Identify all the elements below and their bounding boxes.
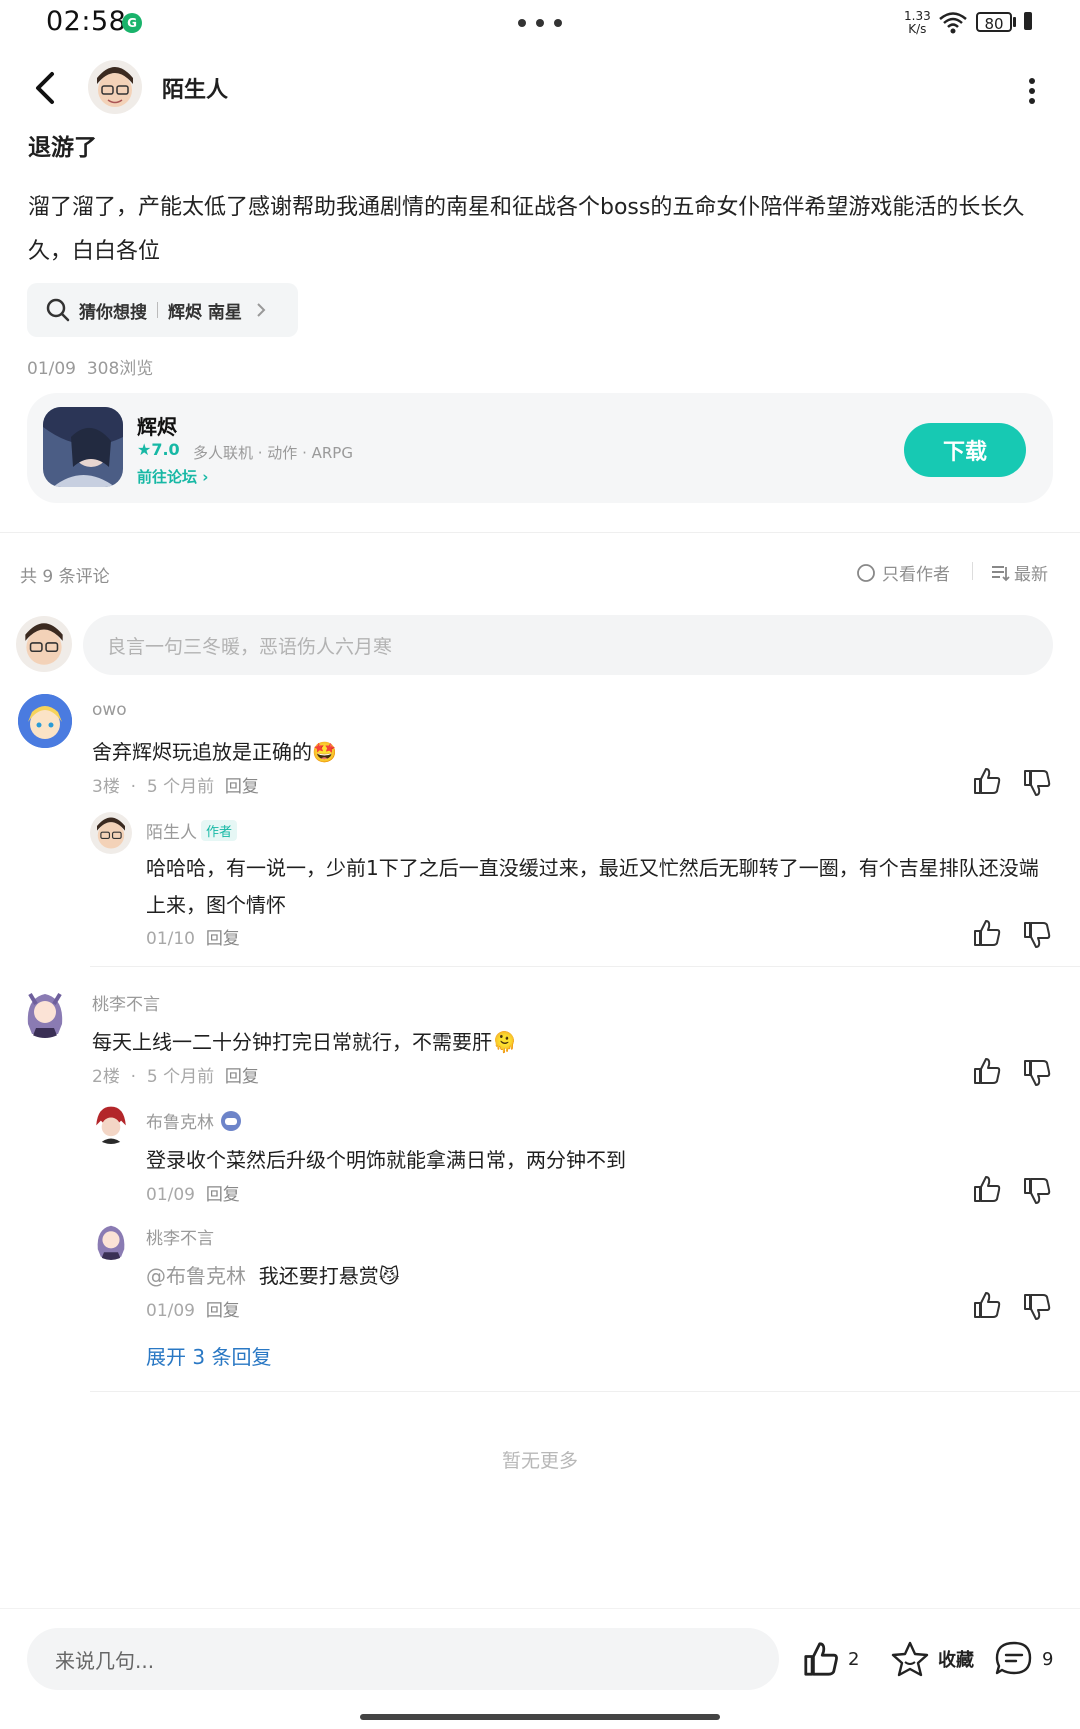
download-button[interactable]: 下载 (904, 423, 1026, 477)
commenter-name[interactable]: owo (92, 700, 127, 720)
multitask-dots-icon[interactable] (515, 16, 565, 30)
charging-icon (1024, 12, 1032, 30)
reply-meta: 01/09 回复 (146, 1301, 240, 1321)
post-date: 01/09 (27, 359, 76, 379)
post-views: 308浏览 (86, 359, 154, 379)
thumb-down-icon[interactable] (1022, 920, 1052, 950)
battery-tip (1013, 17, 1016, 27)
author-avatar[interactable] (88, 60, 142, 114)
battery-indicator: 80 (976, 12, 1012, 33)
thumb-down-icon[interactable] (1022, 768, 1052, 798)
home-indicator[interactable] (360, 1714, 720, 1720)
reply-avatar[interactable] (90, 1102, 132, 1144)
expand-replies-link[interactable]: 展开 3 条回复 (146, 1341, 271, 1370)
post-meta: 01/09 308浏览 (27, 354, 153, 379)
emoji-icon: 🤩 (312, 740, 337, 764)
radio-icon (857, 563, 875, 582)
favorite-button[interactable]: 收藏 (890, 1640, 974, 1678)
reply-author-name[interactable]: 陌生人 作者 (146, 818, 238, 843)
sort-icon (992, 565, 1010, 581)
reply-avatar[interactable] (90, 1218, 132, 1260)
search-label: 猜你想搜 (79, 302, 147, 323)
reply-author-name[interactable]: 桃李不言 (146, 1224, 214, 1249)
author-name[interactable]: 陌生人 (162, 72, 228, 104)
thumb-down-icon[interactable] (1022, 1058, 1052, 1088)
game-cover-image (43, 407, 123, 487)
more-options-icon[interactable] (1026, 76, 1038, 106)
comment-bubble-icon (995, 1641, 1032, 1675)
reply-link[interactable]: 回复 (206, 929, 240, 949)
post-body: 溜了溜了，产能太低了感谢帮助我通剧情的南星和征战各个boss的五命女仆陪伴希望游… (28, 195, 1025, 264)
thumb-up-icon[interactable] (972, 1290, 1002, 1320)
reply-text: @布鲁克林 我还要打悬赏😼 (146, 1264, 400, 1288)
commenter-name[interactable]: 桃李不言 (92, 990, 160, 1015)
filter-divider (972, 562, 973, 580)
status-time: 02:58 (46, 6, 127, 37)
commenter-avatar[interactable] (18, 984, 72, 1038)
gamepad-badge-icon (221, 1110, 241, 1131)
reply-link[interactable]: 回复 (225, 1067, 259, 1087)
no-more-text: 暂无更多 (501, 1450, 578, 1472)
network-speed: 1.33 K/s (904, 9, 931, 36)
thumb-up-icon[interactable] (972, 1174, 1002, 1204)
star-icon (891, 1641, 929, 1677)
emoji-icon: 🫠 (492, 1030, 517, 1054)
reply-author-name[interactable]: 布鲁克林 (146, 1108, 242, 1133)
comment-divider (90, 1391, 1080, 1392)
thumb-up-icon (804, 1642, 838, 1676)
mention-link[interactable]: @布鲁克林 (146, 1264, 246, 1288)
reply-link[interactable]: 回复 (206, 1185, 240, 1205)
post-title: 退游了 (28, 135, 97, 161)
comment-text: 舍弃辉烬玩追放是正确的🤩 (92, 740, 337, 764)
comment-input[interactable]: 良言一句三冬暖，恶语伤人六月寒 (83, 615, 1053, 675)
chevron-right-icon (257, 303, 266, 317)
reply-text: 哈哈哈，有一说一，少前1下了之后一直没缓过来，最近又忙然后无聊转了一圈，有个吉星… (146, 856, 1039, 917)
reply-link[interactable]: 回复 (225, 777, 259, 797)
like-button[interactable]: 2 (802, 1640, 859, 1678)
only-author-toggle[interactable]: 只看作者 (856, 560, 950, 585)
thumb-up-icon[interactable] (972, 1056, 1002, 1086)
section-divider (0, 532, 1080, 533)
like-count: 2 (848, 1648, 860, 1670)
wifi-icon (939, 12, 967, 34)
game-rating: ★7.0 (137, 440, 180, 459)
suggested-search[interactable]: 猜你想搜 辉烬 南星 (27, 283, 298, 337)
author-badge: 作者 (201, 820, 238, 841)
game-card[interactable]: 辉烬 ★7.0 多人联机 · 动作 · ARPG 前往论坛 › 下载 (27, 393, 1053, 503)
search-query: 辉烬 南星 (168, 302, 242, 323)
comment-meta: 2楼 · 5 个月前 回复 (92, 1067, 259, 1087)
forum-link[interactable]: 前往论坛 › (137, 466, 208, 487)
back-icon[interactable] (30, 66, 60, 110)
reply-meta: 01/10 回复 (146, 929, 240, 949)
comments-button[interactable]: 9 (994, 1640, 1053, 1678)
thumb-down-icon[interactable] (1022, 1292, 1052, 1322)
search-icon (46, 298, 70, 322)
comment-text: 每天上线一二十分钟打完日常就行，不需要肝🫠 (92, 1030, 517, 1054)
game-tags: 多人联机 · 动作 · ARPG (193, 444, 353, 462)
comment-count-badge: 9 (1042, 1648, 1054, 1670)
game-name: 辉烬 (137, 415, 177, 439)
reply-text: 登录收个菜然后升级个明饰就能拿满日常，两分钟不到 (146, 1148, 626, 1172)
comment-divider (90, 966, 1080, 967)
current-user-avatar[interactable] (16, 616, 72, 672)
thumb-up-icon[interactable] (972, 766, 1002, 796)
comment-meta: 3楼 · 5 个月前 回复 (92, 777, 259, 797)
bottom-comment-input[interactable]: 来说几句... (27, 1628, 779, 1690)
app-notification-icon: G (122, 13, 142, 33)
sort-button[interactable]: 最新 (990, 560, 1048, 585)
comment-count: 共 9 条评论 (20, 567, 110, 587)
thumb-down-icon[interactable] (1022, 1176, 1052, 1206)
commenter-avatar[interactable] (18, 694, 72, 748)
reply-avatar[interactable] (90, 812, 132, 854)
emoji-icon: 😼 (378, 1264, 400, 1288)
status-bar: 02:58 G 1.33 K/s 80 (0, 0, 1080, 50)
reply-meta: 01/09 回复 (146, 1185, 240, 1205)
search-divider (157, 302, 158, 318)
reply-link[interactable]: 回复 (206, 1301, 240, 1321)
thumb-up-icon[interactable] (972, 918, 1002, 948)
